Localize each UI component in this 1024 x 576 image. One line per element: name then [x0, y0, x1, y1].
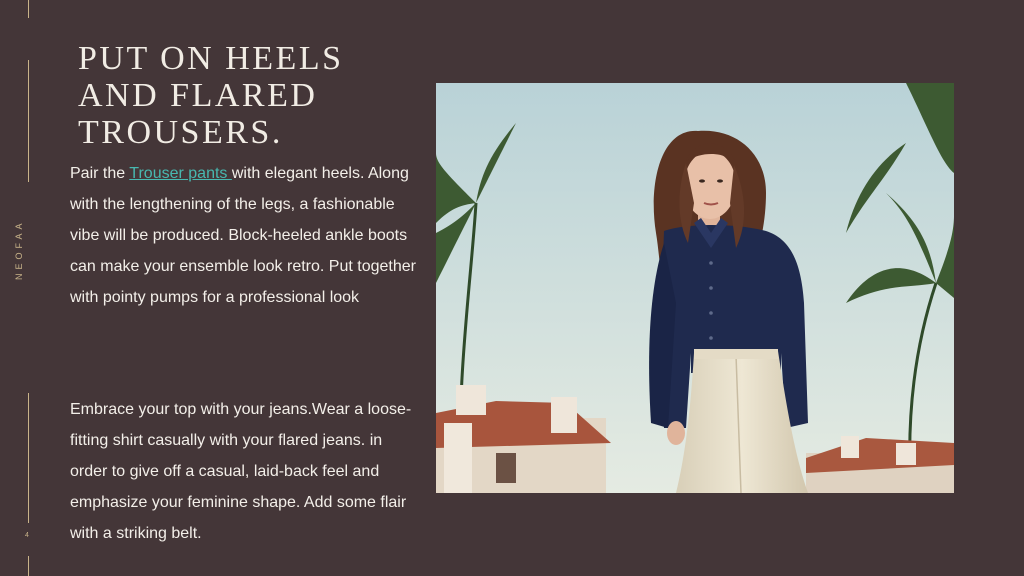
paragraph-suffix: with elegant heels. Along with the lengt… [70, 165, 416, 306]
paragraph-jeans: Embrace your top with your jeans.Wear a … [70, 401, 412, 542]
trouser-pants-link[interactable]: Trouser pants [129, 165, 232, 182]
paragraph-trousers: Pair the Trouser pants with elegant heel… [70, 158, 422, 313]
rail-line-lower [28, 393, 29, 523]
page-number: 4 [25, 532, 29, 539]
fashion-photo [436, 83, 954, 493]
rail-line-top [28, 0, 29, 18]
rail-line-upper [28, 60, 29, 182]
rail-line-bottom [28, 556, 29, 576]
brand-vertical-label: NEOFAA [14, 219, 24, 280]
slide-title: PUT ON HEELS AND FLARED TROUSERS. [78, 40, 344, 151]
paragraph-prefix: Pair the [70, 165, 130, 182]
fashion-photo-illustration [436, 83, 954, 493]
crescent-moon-icon [25, 34, 30, 44]
